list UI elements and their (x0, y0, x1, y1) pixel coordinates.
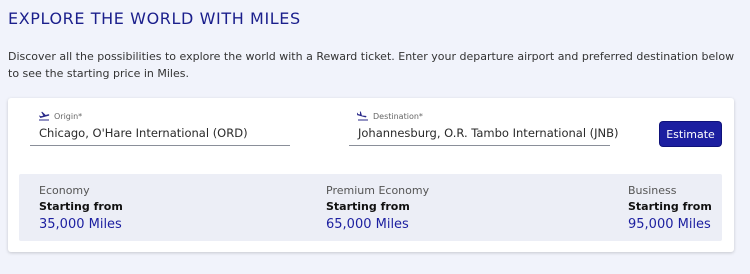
fare-price: 65,000 Miles (326, 217, 409, 232)
destination-label: Destination* (373, 111, 423, 121)
origin-label: Origin* (54, 111, 83, 121)
origin-label-row: Origin* (38, 111, 82, 121)
fare-class-label: Business (628, 184, 677, 197)
fare-class-label: Premium Economy (326, 184, 430, 197)
reward-estimator-page: EXPLORE THE WORLD WITH MILES Discover al… (0, 0, 750, 274)
destination-label-row: Destination* (357, 111, 423, 121)
estimator-card: Origin* Chicago, O'Hare International (O… (8, 98, 734, 252)
fare-price: 95,000 Miles (628, 217, 711, 232)
fare-business: Business Starting from 95,000 Miles (628, 184, 712, 233)
fare-premium-economy: Premium Economy Starting from 65,000 Mil… (326, 184, 429, 233)
origin-input[interactable]: Chicago, O'Hare International (ORD) (39, 126, 289, 140)
origin-field[interactable]: Origin* Chicago, O'Hare International (O… (30, 110, 290, 146)
fare-economy: Economy Starting from 35,000 Miles (39, 184, 123, 233)
fare-class-label: Economy (39, 184, 90, 197)
estimate-button[interactable]: Estimate (660, 122, 721, 146)
fare-starting-from: Starting from (628, 200, 712, 213)
fare-starting-from: Starting from (39, 200, 123, 213)
plane-takeoff-icon (39, 111, 50, 121)
destination-field[interactable]: Destination* Johannesburg, O.R. Tambo In… (349, 110, 619, 146)
page-description: Discover all the possibilities to explor… (8, 50, 735, 80)
fares-panel: Economy Starting from 35,000 Miles Premi… (19, 174, 722, 241)
fare-starting-from: Starting from (326, 200, 410, 213)
page-title: EXPLORE THE WORLD WITH MILES (8, 9, 301, 28)
plane-landing-icon (357, 111, 368, 121)
destination-input[interactable]: Johannesburg, O.R. Tambo International (… (358, 126, 619, 140)
fare-price: 35,000 Miles (39, 217, 122, 232)
